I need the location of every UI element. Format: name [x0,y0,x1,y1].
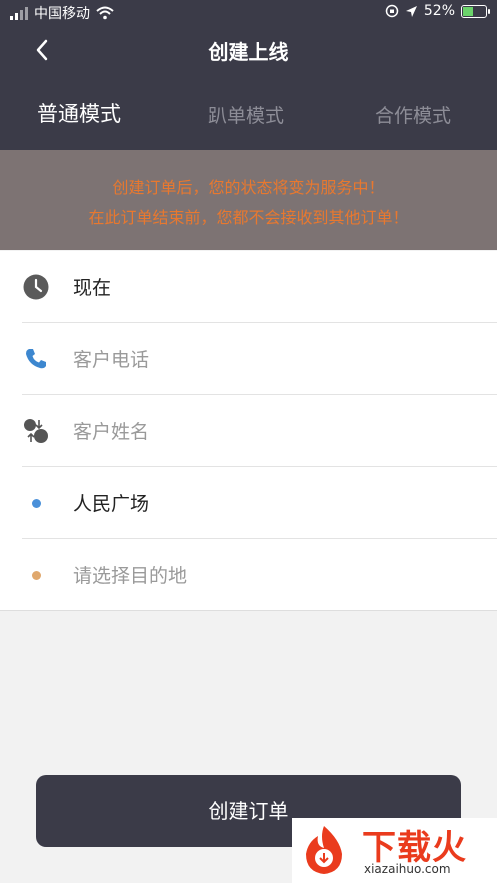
battery-percent: 52% [423,3,455,19]
app-header: 中国移动 52% 创建上线 普通模式 趴单模式 合作模式 [0,0,497,150]
phone-input[interactable]: 客户电话 [73,345,149,372]
origin-value: 人民广场 [73,493,150,515]
clock-icon [23,274,49,300]
phone-row[interactable]: 客户电话 [0,323,497,395]
mode-tabs: 普通模式 趴单模式 合作模式 [0,90,497,136]
notice-line-2: 在此订单结束前，您都不会接收到其他订单！ [88,208,409,227]
person-icon [24,419,48,443]
carrier-label: 中国移动 [34,6,90,22]
watermark: 下载火 xiazaihuo.com [292,818,497,883]
customer-name-input[interactable]: 客户姓名 [73,417,149,444]
status-bar: 中国移动 52% [0,0,497,26]
flame-logo-icon [306,826,342,874]
tab-pa-mode[interactable]: 趴单模式 [208,101,284,128]
origin-row[interactable]: 人民广场 [0,467,497,539]
divider [0,610,497,611]
nav-bar: 创建上线 [0,26,497,74]
tab-normal-mode[interactable]: 普通模式 [37,98,121,128]
destination-dot-icon [32,571,41,580]
battery-icon [461,4,490,18]
order-form: 现在 客户电话 客户姓名 人民广场 请选择目的地 [0,251,497,611]
watermark-site: xiazaihuo.com [364,862,451,876]
phone-icon [26,349,46,369]
name-row[interactable]: 客户姓名 [0,395,497,467]
destination-row[interactable]: 请选择目的地 [0,539,497,611]
notice-line-1: 创建订单后，您的状态将变为服务中！ [112,178,385,197]
signal-icon [10,6,28,20]
wifi-icon [96,6,114,20]
tab-cooperation-mode[interactable]: 合作模式 [375,101,451,128]
location-arrow-icon [405,5,417,17]
time-row[interactable]: 现在 [0,251,497,323]
notice-banner: 创建订单后，您的状态将变为服务中！ 在此订单结束前，您都不会接收到其他订单！ [0,150,497,250]
page-title: 创建上线 [208,40,289,64]
time-value: 现在 [73,277,112,299]
destination-input[interactable]: 请选择目的地 [73,561,187,588]
origin-dot-icon [32,499,41,508]
rotation-lock-icon [385,4,399,18]
